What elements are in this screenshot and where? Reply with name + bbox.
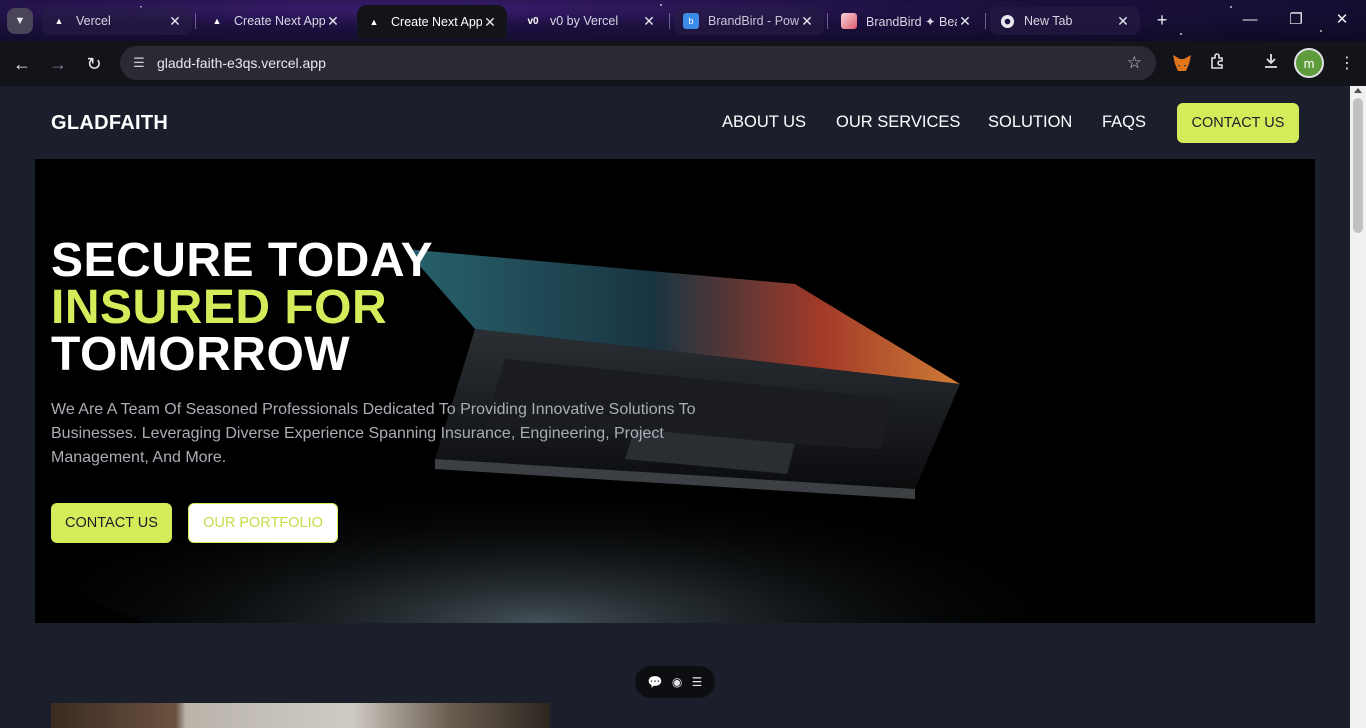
new-tab-button[interactable]: + — [1151, 9, 1173, 31]
brandbird-alt-icon — [841, 13, 857, 29]
tab-separator — [985, 13, 986, 29]
arrow-right-icon: → — [49, 54, 67, 74]
download-icon[interactable] — [1259, 52, 1283, 76]
tab-separator — [827, 13, 828, 29]
vercel-icon: ▲ — [212, 16, 222, 26]
menu-kebab-icon[interactable]: ⋮ — [1335, 52, 1359, 76]
minimize-button[interactable]: — — [1239, 9, 1261, 31]
hero-section: SECURE TODAY INSURED FOR TOMORROW We Are… — [35, 159, 1315, 623]
brandbird-icon: b — [683, 13, 699, 29]
v0-icon: v0 — [527, 15, 539, 27]
scrollbar-thumb[interactable] — [1353, 98, 1363, 233]
tab-strip: ▼ ▲ Vercel ✕ ▲ Create Next App ✕ ▲ Creat… — [0, 0, 1366, 41]
tab-create-next-app-active[interactable]: ▲ Create Next App ✕ — [357, 5, 507, 39]
close-icon: ✕ — [1335, 11, 1349, 28]
nav-our-services[interactable]: OUR SERVICES — [836, 113, 960, 132]
close-icon[interactable]: ✕ — [482, 14, 498, 31]
close-icon[interactable]: ✕ — [957, 13, 973, 30]
profile-initial: m — [1303, 55, 1315, 71]
hero-line-1: SECURE TODAY — [51, 234, 434, 287]
tab-title: Create Next App — [234, 14, 325, 28]
laptop-hero-image — [35, 249, 1155, 623]
tab-search-button[interactable]: ▼ — [7, 8, 33, 34]
star-decoration — [660, 4, 662, 6]
reload-icon: ↻ — [86, 54, 102, 74]
hero-line-3: TOMORROW — [51, 328, 351, 381]
tab-title: BrandBird - Pow — [708, 14, 799, 28]
vercel-icon: ▲ — [54, 16, 64, 26]
back-button[interactable]: ← — [10, 52, 34, 76]
brand-logo[interactable]: GLADFAITH — [51, 112, 168, 135]
vercel-toolbar: 💬 ◉ ☰ — [635, 666, 715, 698]
close-window-button[interactable]: ✕ — [1331, 9, 1353, 31]
metamask-fox-icon[interactable] — [1172, 54, 1192, 72]
tab-separator — [195, 13, 196, 29]
scroll-up-arrow-icon[interactable] — [1354, 88, 1362, 93]
site-header: GLADFAITH ABOUT US OUR SERVICES SOLUTION… — [0, 86, 1350, 159]
nav-faqs[interactable]: FAQS — [1102, 113, 1146, 132]
close-icon[interactable]: ✕ — [641, 13, 657, 30]
site-info-icon[interactable]: ☰ — [129, 55, 149, 71]
tab-brandbird-2[interactable]: BrandBird ✦ Bea ✕ — [832, 7, 982, 35]
menu-lines-icon[interactable]: ☰ — [692, 675, 703, 689]
tab-title: New Tab — [1024, 14, 1073, 28]
page-viewport: GLADFAITH ABOUT US OUR SERVICES SOLUTION… — [0, 86, 1366, 728]
header-contact-button[interactable]: CONTACT US — [1177, 103, 1299, 143]
hero-description: We Are A Team Of Seasoned Professionals … — [51, 401, 696, 466]
tab-brandbird[interactable]: b BrandBird - Pow ✕ — [674, 7, 824, 35]
address-bar[interactable]: ☰ gladd-faith-e3qs.vercel.app ☆ — [120, 46, 1156, 80]
star-decoration — [1180, 33, 1182, 35]
close-icon[interactable]: ✕ — [1115, 13, 1131, 30]
restore-button[interactable]: ❐ — [1285, 9, 1307, 31]
bookmark-star-icon[interactable]: ☆ — [1127, 53, 1142, 73]
plus-icon: + — [1156, 10, 1168, 30]
hero-line-2: INSURED FOR — [51, 281, 388, 334]
toggle-icon[interactable]: ◉ — [672, 675, 682, 689]
page-scrollbar[interactable] — [1350, 86, 1366, 728]
hero-headline: SECURE TODAY INSURED FOR TOMORROW — [51, 234, 434, 381]
extensions-puzzle-icon[interactable] — [1206, 52, 1230, 76]
tab-separator — [669, 13, 670, 29]
star-decoration — [1320, 30, 1322, 32]
comment-icon[interactable]: 💬 — [648, 675, 663, 689]
star-decoration — [1230, 6, 1232, 8]
profile-avatar[interactable]: m — [1294, 48, 1324, 78]
tab-title: v0 by Vercel — [550, 14, 619, 28]
nav-solution[interactable]: SOLUTION — [988, 113, 1072, 132]
tab-title: Create Next App — [391, 15, 482, 29]
tab-create-next-app[interactable]: ▲ Create Next App ✕ — [200, 7, 350, 35]
hero-contact-button[interactable]: CONTACT US — [51, 503, 172, 543]
close-icon[interactable]: ✕ — [799, 13, 815, 30]
restore-icon: ❐ — [1289, 11, 1303, 28]
forward-button[interactable]: → — [46, 52, 70, 76]
section-preview-image — [51, 703, 550, 728]
browser-toolbar: ← → ↻ ☰ gladd-faith-e3qs.vercel.app ☆ m … — [0, 41, 1366, 86]
tab-title: BrandBird ✦ Bea — [866, 14, 957, 29]
close-icon[interactable]: ✕ — [325, 13, 341, 30]
hero-portfolio-button[interactable]: OUR PORTFOLIO — [188, 503, 338, 543]
tab-title: Vercel — [76, 14, 111, 28]
tab-new-tab[interactable]: New Tab ✕ — [990, 7, 1140, 35]
vercel-icon: ▲ — [369, 17, 379, 27]
chevron-down-icon: ▼ — [14, 15, 26, 27]
minimize-icon: — — [1242, 11, 1258, 28]
tab-v0[interactable]: v0 v0 by Vercel ✕ — [516, 7, 666, 35]
nav-about-us[interactable]: ABOUT US — [722, 113, 806, 132]
reload-button[interactable]: ↻ — [82, 52, 106, 76]
close-icon[interactable]: ✕ — [167, 13, 183, 30]
url-text[interactable]: gladd-faith-e3qs.vercel.app — [157, 55, 326, 71]
chrome-icon — [999, 13, 1015, 29]
arrow-left-icon: ← — [13, 54, 31, 74]
tab-vercel[interactable]: ▲ Vercel ✕ — [42, 7, 192, 35]
